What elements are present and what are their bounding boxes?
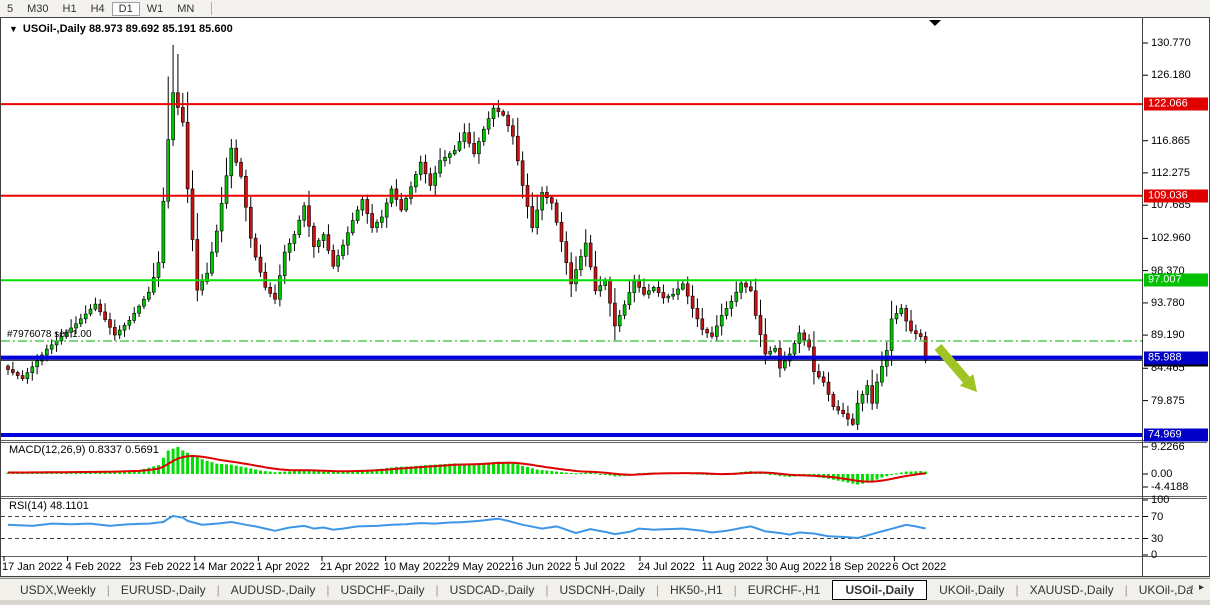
rsi-axis-label: 70 [1151, 511, 1163, 523]
symbol-collapse-icon[interactable]: ▼ [9, 24, 18, 34]
macd-axis-label: 0.00 [1151, 468, 1172, 480]
rsi-axis-label: 0 [1151, 549, 1157, 561]
macd-axis-label: 9.2266 [1151, 441, 1185, 453]
tab-xauusd-daily[interactable]: XAUUSD-,Daily [1022, 582, 1122, 598]
tab-usdcnh-daily[interactable]: USDCNH-,Daily [551, 582, 652, 598]
price-axis-label: 130.770 [1151, 37, 1191, 49]
tab-eurusd-daily[interactable]: EURUSD-,Daily [113, 582, 214, 598]
tab-scroll-left-icon[interactable]: ◂ [1185, 582, 1196, 593]
tab-scroll-controls: ◂▸ [1185, 582, 1207, 593]
chart-title-text: USOil-,Daily 88.973 89.692 85.191 85.600 [23, 23, 233, 35]
price-axis-label: 93.780 [1151, 297, 1185, 309]
date-axis-label: 14 Mar 2022 [193, 561, 255, 573]
tab-audusd-daily[interactable]: AUDUSD-,Daily [223, 582, 324, 598]
price-axis-label: 102.960 [1151, 232, 1191, 244]
price-level-badge: 109.036 [1144, 189, 1208, 202]
tab-separator: | [1012, 583, 1021, 597]
price-axis-label: 126.180 [1151, 69, 1191, 81]
open-position-label: #7976078 sell 1.00 [7, 329, 92, 340]
tab-separator: | [542, 583, 551, 597]
price-level-badge: 97.007 [1144, 274, 1208, 287]
date-axis-label: 29 May 2022 [447, 561, 511, 573]
date-axis-label: 17 Jan 2022 [2, 561, 63, 573]
symbol-tab-bar: USDX,Weekly|EURUSD-,Daily|AUDUSD-,Daily|… [0, 578, 1210, 600]
tab-separator: | [1122, 583, 1131, 597]
tab-separator: | [731, 583, 740, 597]
timeframe-button-h4[interactable]: H4 [84, 2, 112, 16]
timeframe-button-mn[interactable]: MN [170, 2, 201, 16]
tab-separator: | [653, 583, 662, 597]
date-axis-label: 21 Apr 2022 [320, 561, 379, 573]
tab-usoil-daily[interactable]: USOil-,Daily [832, 580, 927, 600]
rsi-axis-label: 30 [1151, 533, 1163, 545]
date-axis-label: 16 Jun 2022 [511, 561, 572, 573]
tab-separator: | [104, 583, 113, 597]
price-level-badge: 74.969 [1144, 429, 1208, 442]
date-axis-label: 4 Feb 2022 [66, 561, 122, 573]
chart-window [0, 17, 1210, 577]
tab-usdchf-daily[interactable]: USDCHF-,Daily [333, 582, 433, 598]
date-axis-label: 23 Feb 2022 [129, 561, 191, 573]
date-axis-label: 5 Jul 2022 [574, 561, 625, 573]
date-axis-label: 1 Apr 2022 [256, 561, 309, 573]
date-axis-label: 30 Aug 2022 [765, 561, 827, 573]
date-axis-label: 24 Jul 2022 [638, 561, 695, 573]
date-axis-label: 10 May 2022 [384, 561, 448, 573]
date-axis-label: 6 Oct 2022 [892, 561, 946, 573]
chart-title: ▼ USOil-,Daily 88.973 89.692 85.191 85.60… [9, 23, 233, 35]
tab-separator: | [323, 583, 332, 597]
tab-eurchf-h1[interactable]: EURCHF-,H1 [740, 582, 829, 598]
tab-usdcad-daily[interactable]: USDCAD-,Daily [442, 582, 543, 598]
rsi-indicator-label: RSI(14) 48.1101 [9, 500, 89, 512]
price-axis-label: 116.865 [1151, 135, 1190, 147]
timeframe-button-m30[interactable]: M30 [20, 2, 55, 16]
price-level-badge: 85.988 [1144, 351, 1208, 364]
tab-scroll-right-icon[interactable]: ▸ [1196, 582, 1207, 593]
rsi-axis-label: 100 [1151, 494, 1169, 506]
date-axis-label: 11 Aug 2022 [702, 561, 763, 573]
price-axis-label: 89.190 [1151, 329, 1185, 341]
price-axis-label: 79.875 [1151, 395, 1185, 407]
timeframe-button-d1[interactable]: D1 [112, 2, 140, 16]
tab-ukoil-daily[interactable]: UKOil-,Daily [931, 582, 1012, 598]
tab-separator: | [214, 583, 223, 597]
timeframe-button-5[interactable]: 5 [0, 2, 20, 16]
price-axis-label: 112.275 [1151, 167, 1190, 179]
toolbar-separator [211, 2, 212, 15]
timeframe-button-w1[interactable]: W1 [140, 2, 171, 16]
date-axis-label: 18 Sep 2022 [829, 561, 891, 573]
timeframe-toolbar: 5M30H1H4D1W1MN [0, 0, 1210, 17]
price-level-badge: 122.066 [1144, 98, 1208, 111]
macd-axis-label: -4.4188 [1151, 481, 1188, 493]
macd-indicator-label: MACD(12,26,9) 0.8337 0.5691 [9, 444, 159, 456]
timeframe-button-h1[interactable]: H1 [56, 2, 84, 16]
tab-usdx-weekly[interactable]: USDX,Weekly [12, 582, 104, 598]
tab-separator: | [433, 583, 442, 597]
tab-hk50-h1[interactable]: HK50-,H1 [662, 582, 731, 598]
